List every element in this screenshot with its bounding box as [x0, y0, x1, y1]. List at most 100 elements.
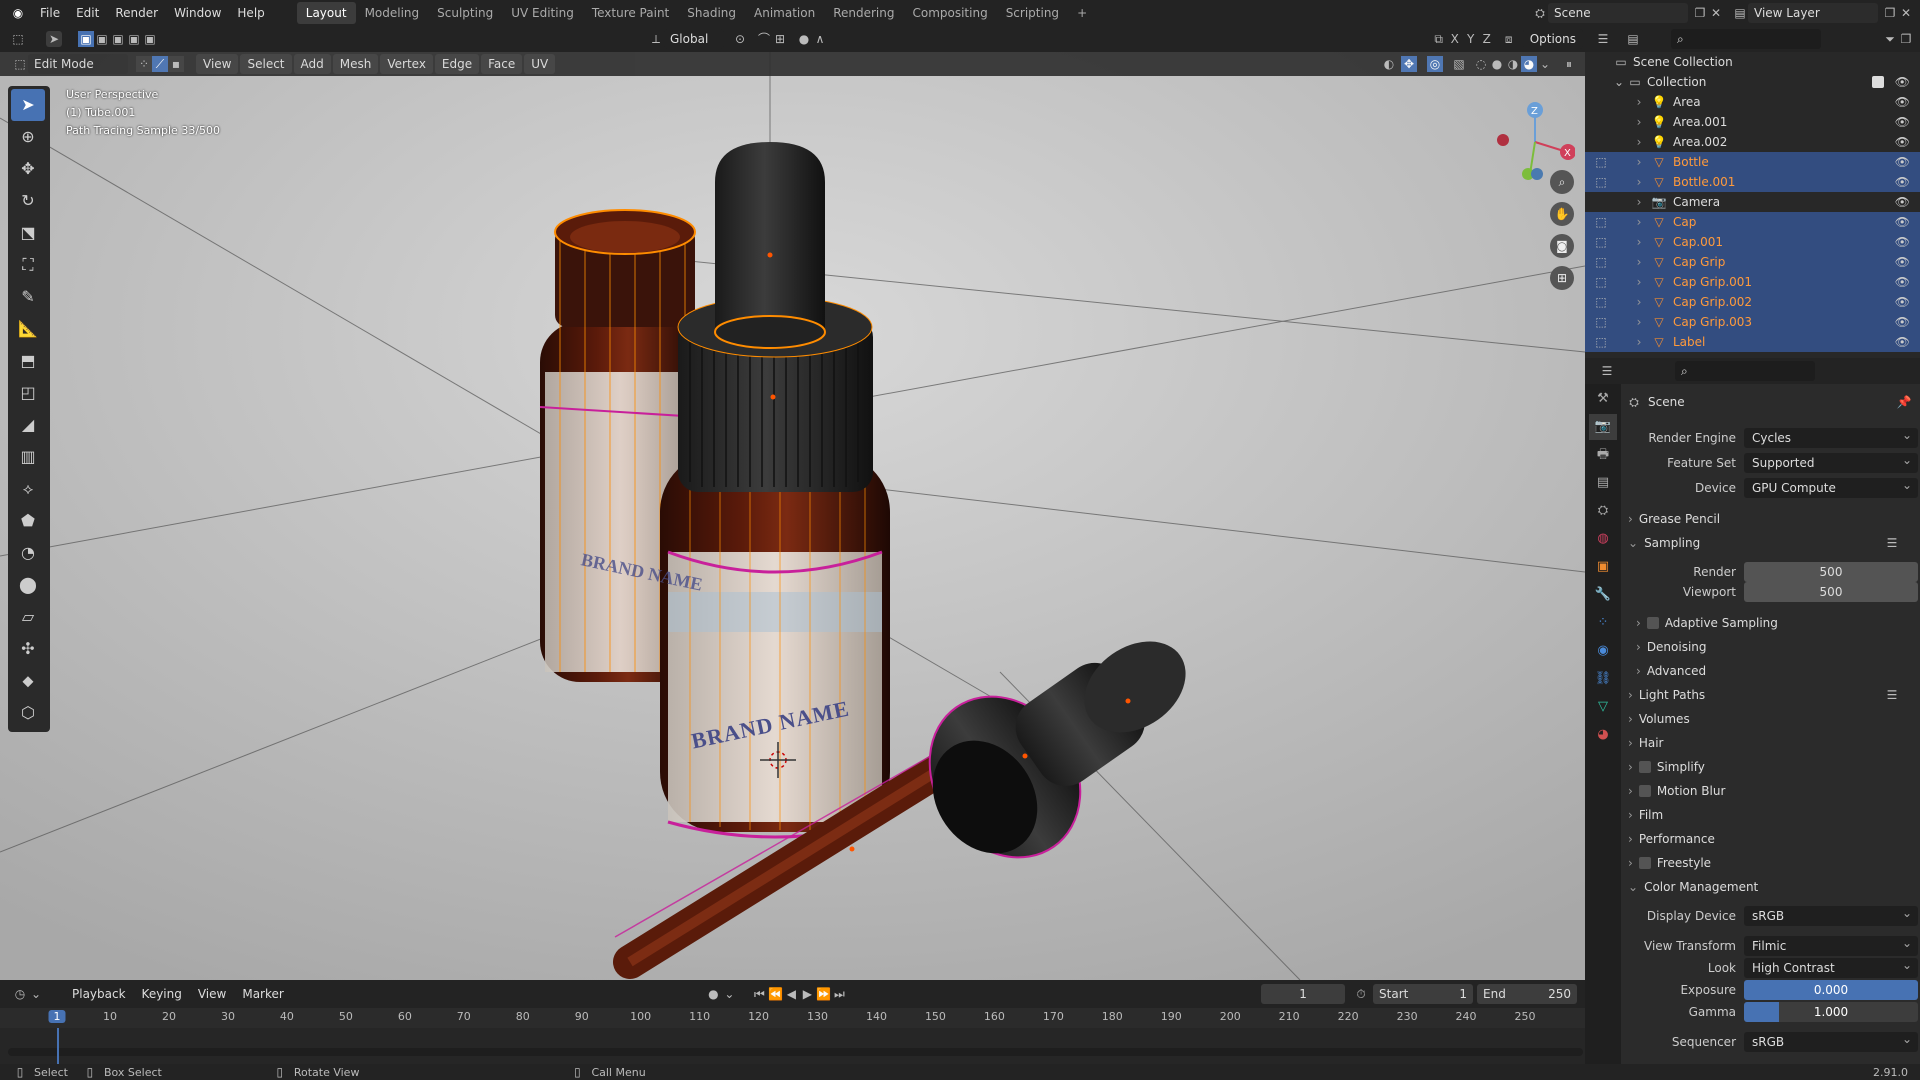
playhead[interactable]: [57, 1028, 59, 1064]
view-layer-field[interactable]: View Layer: [1748, 3, 1878, 23]
snap-icon[interactable]: ⌒: [756, 31, 772, 47]
spin-tool-icon[interactable]: ◔: [11, 537, 45, 569]
proportional-edit-icon[interactable]: ●: [796, 31, 812, 47]
edge-select-icon[interactable]: ⟋: [152, 56, 168, 72]
new-collection-icon[interactable]: ❐: [1898, 31, 1914, 47]
expand-icon[interactable]: ›: [1631, 294, 1647, 310]
measure-tool-icon[interactable]: 📐: [11, 313, 45, 345]
outliner-item[interactable]: ⬚ › ▽ Cap Grip 👁: [1585, 252, 1920, 272]
mode-dropdown[interactable]: Edit Mode: [28, 54, 128, 74]
close-layer-icon[interactable]: ✕: [1898, 5, 1914, 21]
subpanel-denoising[interactable]: › Denoising: [1636, 635, 1918, 659]
outliner-item[interactable]: › 💡 Area.001 👁: [1585, 112, 1920, 132]
edit-mode-icon[interactable]: ⬚: [1593, 154, 1609, 170]
outliner-item[interactable]: ⬚ › ▽ Label 👁: [1585, 332, 1920, 352]
3d-viewport[interactable]: BRAND NAME BRAND NAME User Perspective (…: [0, 52, 1585, 980]
outliner-item[interactable]: ⬚ › ▽ Cap Grip.002 👁: [1585, 292, 1920, 312]
pivot-icon[interactable]: ⊙: [732, 31, 748, 47]
shading-options-icon[interactable]: ⌄: [1537, 56, 1553, 72]
tab-animation[interactable]: Animation: [745, 2, 824, 24]
expand-icon[interactable]: ›: [1631, 214, 1647, 230]
panel-color-management[interactable]: ⌄ Color Management: [1622, 875, 1918, 899]
eye-icon[interactable]: 👁: [1895, 235, 1910, 249]
auto-merge-icon[interactable]: ⧈: [1501, 31, 1517, 47]
xray-icon[interactable]: ▧: [1451, 56, 1467, 72]
device-dropdown[interactable]: GPU Compute: [1744, 475, 1918, 498]
next-keyframe-icon[interactable]: ⏩: [815, 986, 831, 1002]
camera-view-icon[interactable]: ◙: [1550, 234, 1574, 258]
menu-face[interactable]: Face: [481, 54, 523, 74]
render-tab-icon[interactable]: 📷: [1589, 414, 1617, 440]
eye-icon[interactable]: 👁: [1895, 135, 1910, 149]
eye-icon[interactable]: 👁: [1895, 335, 1910, 349]
axis-x-toggle[interactable]: X: [1447, 31, 1463, 47]
select-tool-icon[interactable]: ➤: [46, 31, 62, 47]
scene-icon[interactable]: ⛭: [1532, 5, 1548, 21]
object-tab-icon[interactable]: ▣: [1589, 554, 1617, 580]
scene-field[interactable]: Scene: [1548, 3, 1688, 23]
shear-tool-icon[interactable]: ⬥: [11, 665, 45, 697]
bevel-tool-icon[interactable]: ◢: [11, 409, 45, 441]
menu-playback[interactable]: Playback: [64, 981, 134, 1007]
tab-sculpting[interactable]: Sculpting: [428, 2, 502, 24]
extrude-tool-icon[interactable]: ⬒: [11, 345, 45, 377]
panel-simplify[interactable]: › Simplify: [1622, 755, 1918, 779]
gizmo-toggle-icon[interactable]: ✥: [1401, 56, 1417, 72]
tool-tab-icon[interactable]: ⚒: [1589, 386, 1617, 412]
freestyle-checkbox[interactable]: [1638, 857, 1651, 869]
start-frame-field[interactable]: Start 1: [1373, 984, 1474, 1004]
outliner-item[interactable]: › 📷 Camera 👁: [1585, 192, 1920, 212]
loop-cut-tool-icon[interactable]: ▥: [11, 441, 45, 473]
menu-render[interactable]: Render: [107, 0, 166, 26]
jump-end-icon[interactable]: ⏭: [831, 986, 847, 1002]
axis-y-toggle[interactable]: Y: [1463, 31, 1479, 47]
expand-icon[interactable]: ›: [1631, 254, 1647, 270]
zoom-icon[interactable]: ⌕: [1550, 170, 1574, 194]
outliner-item[interactable]: › 💡 Area.002 👁: [1585, 132, 1920, 152]
outliner-item[interactable]: ⬚ › ▽ Bottle.001 👁: [1585, 172, 1920, 192]
view-layer-tab-icon[interactable]: ▤: [1589, 470, 1617, 496]
outliner-search-input[interactable]: ⌕: [1671, 29, 1821, 49]
edit-mode-icon[interactable]: ⬚: [1593, 254, 1609, 270]
shading-material-icon[interactable]: ◑: [1505, 56, 1521, 72]
look-dropdown[interactable]: High Contrast: [1744, 955, 1918, 978]
outliner-item[interactable]: › 💡 Area 👁: [1585, 92, 1920, 112]
end-frame-field[interactable]: End 250: [1477, 984, 1578, 1004]
edit-mode-icon[interactable]: ⬚: [1593, 334, 1609, 350]
snap-target-icon[interactable]: ⊞: [772, 31, 788, 47]
panel-light-paths[interactable]: › Light Paths ☰: [1622, 683, 1918, 707]
tab-shading[interactable]: Shading: [678, 2, 745, 24]
adaptive-sampling-checkbox[interactable]: [1646, 617, 1659, 629]
poly-build-tool-icon[interactable]: ⬟: [11, 505, 45, 537]
panel-film[interactable]: › Film: [1622, 803, 1918, 827]
select-new-icon[interactable]: ▣: [78, 31, 94, 47]
orientation-dropdown[interactable]: Global: [664, 29, 724, 49]
tab-scripting[interactable]: Scripting: [997, 2, 1068, 24]
eye-icon[interactable]: 👁: [1895, 315, 1910, 329]
tab-layout[interactable]: Layout: [296, 2, 356, 24]
timeline-editor-dropdown-icon[interactable]: ⌄: [28, 986, 44, 1002]
simplify-checkbox[interactable]: [1638, 761, 1651, 773]
expand-icon[interactable]: ›: [1631, 334, 1647, 350]
edit-mode-icon[interactable]: ⬚: [1593, 274, 1609, 290]
sequencer-dropdown[interactable]: sRGB: [1744, 1029, 1918, 1052]
outliner-editor-icon[interactable]: ☰: [1595, 31, 1611, 47]
select-intersect-icon[interactable]: ▣: [142, 31, 158, 47]
motion-blur-checkbox[interactable]: [1638, 785, 1651, 797]
pin-icon[interactable]: 📌: [1896, 394, 1912, 410]
tab-compositing[interactable]: Compositing: [903, 2, 996, 24]
outliner-item[interactable]: ⬚ › ▽ Bottle 👁: [1585, 152, 1920, 172]
ortho-toggle-icon[interactable]: ⊞: [1550, 266, 1574, 290]
panel-volumes[interactable]: › Volumes: [1622, 707, 1918, 731]
menu-window[interactable]: Window: [166, 0, 229, 26]
rotate-tool-icon[interactable]: ↻: [11, 185, 45, 217]
view-transform-dropdown[interactable]: Filmic: [1744, 933, 1918, 956]
play-icon[interactable]: ▶: [799, 986, 815, 1002]
select-extend-icon[interactable]: ▣: [94, 31, 110, 47]
sampling-viewport-field[interactable]: 500: [1744, 582, 1918, 602]
collection-row[interactable]: ⌄ ▭ Collection 👁: [1585, 72, 1920, 92]
eye-icon[interactable]: 👁: [1895, 295, 1910, 309]
menu-add[interactable]: Add: [293, 54, 331, 74]
scene-collection-row[interactable]: ▭ Scene Collection: [1585, 52, 1920, 72]
constraints-tab-icon[interactable]: ⛓: [1589, 666, 1617, 692]
